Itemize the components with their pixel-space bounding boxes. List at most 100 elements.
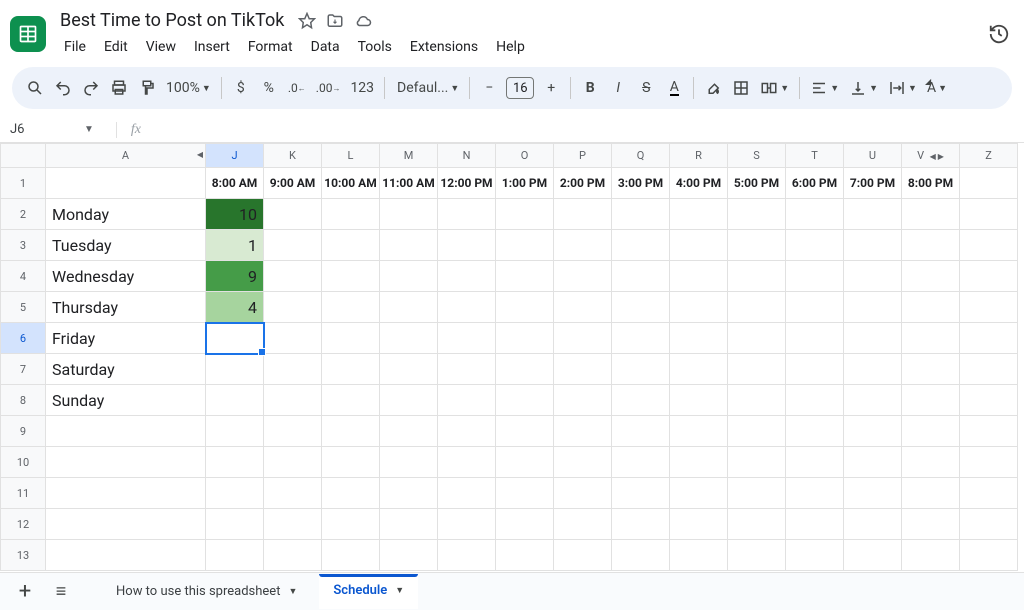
cell-N-9[interactable] xyxy=(438,416,496,447)
menu-file[interactable]: File xyxy=(56,35,94,59)
cell-N-12[interactable] xyxy=(438,509,496,540)
cell-S-9[interactable] xyxy=(728,416,786,447)
select-all-corner[interactable] xyxy=(1,144,46,168)
cell-V-4[interactable] xyxy=(902,261,960,292)
cell-Z-9[interactable] xyxy=(960,416,1018,447)
cell-O-5[interactable] xyxy=(496,292,554,323)
cell-header-12[interactable]: 7:00 PM xyxy=(844,168,902,199)
cell-L-2[interactable] xyxy=(322,199,380,230)
cell-T-4[interactable] xyxy=(786,261,844,292)
cell-K-6[interactable] xyxy=(264,323,322,354)
doc-title[interactable]: Best Time to Post on TikTok xyxy=(56,8,288,33)
cell-Z-11[interactable] xyxy=(960,478,1018,509)
menu-tools[interactable]: Tools xyxy=(350,35,400,59)
menu-insert[interactable]: Insert xyxy=(186,35,238,59)
cell-T-9[interactable] xyxy=(786,416,844,447)
cell-U-10[interactable] xyxy=(844,447,902,478)
row-header-3[interactable]: 3 xyxy=(1,230,46,261)
all-sheets-button[interactable]: ≡ xyxy=(46,577,76,607)
cell-K-8[interactable] xyxy=(264,385,322,416)
cell-S-10[interactable] xyxy=(728,447,786,478)
cell-K-12[interactable] xyxy=(264,509,322,540)
row-header-13[interactable]: 13 xyxy=(1,540,46,571)
cell-K-4[interactable] xyxy=(264,261,322,292)
menu-extensions[interactable]: Extensions xyxy=(402,35,486,59)
move-icon[interactable] xyxy=(326,12,344,30)
namebox-caret-icon[interactable]: ▼ xyxy=(84,124,94,135)
redo-icon[interactable] xyxy=(78,73,104,103)
cell-O-4[interactable] xyxy=(496,261,554,292)
spreadsheet-grid[interactable]: A◀JKLMNOPQRSTUV ◀ ▶Z18:00 AM9:00 AM10:00… xyxy=(0,143,1024,603)
row-header-6[interactable]: 6 xyxy=(1,323,46,354)
cell-day-10[interactable] xyxy=(46,447,206,478)
cell-M-6[interactable] xyxy=(380,323,438,354)
cell-S-2[interactable] xyxy=(728,199,786,230)
cell-Z-4[interactable] xyxy=(960,261,1018,292)
cell-N-3[interactable] xyxy=(438,230,496,261)
cell-header-9[interactable]: 4:00 PM xyxy=(670,168,728,199)
cell-V-8[interactable] xyxy=(902,385,960,416)
cell-L-13[interactable] xyxy=(322,540,380,571)
cell-Z-10[interactable] xyxy=(960,447,1018,478)
cell-O-2[interactable] xyxy=(496,199,554,230)
cell-T-10[interactable] xyxy=(786,447,844,478)
cell-U-12[interactable] xyxy=(844,509,902,540)
cell-day-6[interactable]: Friday xyxy=(46,323,206,354)
menu-format[interactable]: Format xyxy=(240,35,301,59)
cell-P-13[interactable] xyxy=(554,540,612,571)
cell-Q-4[interactable] xyxy=(612,261,670,292)
cell-V-7[interactable] xyxy=(902,354,960,385)
col-header-U[interactable]: U xyxy=(844,144,902,168)
row-header-11[interactable]: 11 xyxy=(1,478,46,509)
cell-header-14[interactable] xyxy=(960,168,1018,199)
h-align-button[interactable]: ▼ xyxy=(806,73,843,103)
cell-j-9[interactable] xyxy=(206,416,264,447)
borders-button[interactable] xyxy=(728,73,754,103)
cell-S-6[interactable] xyxy=(728,323,786,354)
row-header-8[interactable]: 8 xyxy=(1,385,46,416)
cell-j-4[interactable]: 9 xyxy=(206,261,264,292)
cell-S-12[interactable] xyxy=(728,509,786,540)
cell-O-10[interactable] xyxy=(496,447,554,478)
col-header-A[interactable]: A◀ xyxy=(46,144,206,168)
cell-day-11[interactable] xyxy=(46,478,206,509)
print-icon[interactable] xyxy=(106,73,132,103)
cell-Q-12[interactable] xyxy=(612,509,670,540)
cell-O-6[interactable] xyxy=(496,323,554,354)
cell-P-11[interactable] xyxy=(554,478,612,509)
cell-P-3[interactable] xyxy=(554,230,612,261)
menu-edit[interactable]: Edit xyxy=(96,35,136,59)
cell-T-3[interactable] xyxy=(786,230,844,261)
row-header-7[interactable]: 7 xyxy=(1,354,46,385)
star-icon[interactable] xyxy=(298,12,316,30)
increase-decimal-icon[interactable]: .00→ xyxy=(312,73,345,103)
cell-M-3[interactable] xyxy=(380,230,438,261)
cell-P-7[interactable] xyxy=(554,354,612,385)
cell-day-12[interactable] xyxy=(46,509,206,540)
cell-header-11[interactable]: 6:00 PM xyxy=(786,168,844,199)
cell-O-8[interactable] xyxy=(496,385,554,416)
cell-S-7[interactable] xyxy=(728,354,786,385)
col-header-J[interactable]: J xyxy=(206,144,264,168)
italic-button[interactable]: I xyxy=(605,73,631,103)
cell-V-5[interactable] xyxy=(902,292,960,323)
cell-R-9[interactable] xyxy=(670,416,728,447)
decrease-decimal-icon[interactable]: .0← xyxy=(284,73,310,103)
cell-K-10[interactable] xyxy=(264,447,322,478)
cell-K-2[interactable] xyxy=(264,199,322,230)
cell-Z-3[interactable] xyxy=(960,230,1018,261)
cell-R-10[interactable] xyxy=(670,447,728,478)
cell-N-10[interactable] xyxy=(438,447,496,478)
cell-V-11[interactable] xyxy=(902,478,960,509)
cell-V-3[interactable] xyxy=(902,230,960,261)
cell-T-2[interactable] xyxy=(786,199,844,230)
row-header-2[interactable]: 2 xyxy=(1,199,46,230)
col-header-N[interactable]: N xyxy=(438,144,496,168)
cell-O-9[interactable] xyxy=(496,416,554,447)
number-format-dropdown[interactable]: 123 xyxy=(346,73,378,103)
cell-Z-7[interactable] xyxy=(960,354,1018,385)
cell-T-8[interactable] xyxy=(786,385,844,416)
cell-j-8[interactable] xyxy=(206,385,264,416)
row-header-1[interactable]: 1 xyxy=(1,168,46,199)
cell-S-5[interactable] xyxy=(728,292,786,323)
